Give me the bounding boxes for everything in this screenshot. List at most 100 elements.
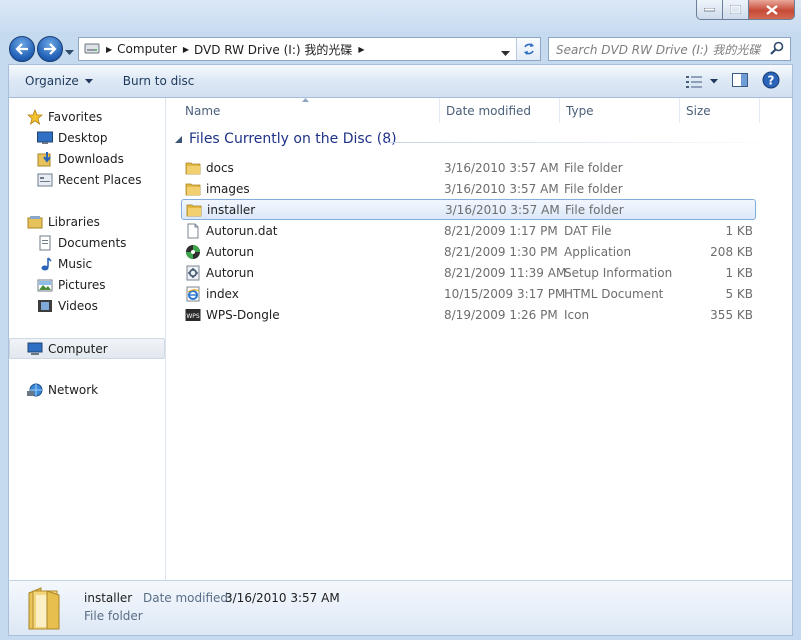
nav-documents[interactable]: Documents xyxy=(37,232,126,253)
change-view-button[interactable] xyxy=(686,75,718,88)
network-icon xyxy=(27,382,43,398)
computer-icon xyxy=(27,341,43,357)
folder-icon xyxy=(186,202,202,218)
recent-pages-dropdown[interactable] xyxy=(65,45,74,59)
nav-music[interactable]: Music xyxy=(37,253,92,274)
file-date-modified: 8/21/2009 11:39 AM xyxy=(444,265,567,280)
file-row[interactable]: WPS WPS-Dongle 8/19/2009 1:26 PM Icon 355 KB xyxy=(181,304,756,325)
preview-pane-button[interactable] xyxy=(732,73,748,90)
burn-to-disc-label: Burn to disc xyxy=(122,74,195,88)
column-header-name[interactable]: Name xyxy=(179,98,440,123)
file-row[interactable]: index 10/15/2009 3:17 PM HTML Document 5 KB xyxy=(181,283,756,304)
nav-music-label: Music xyxy=(58,256,93,271)
folder-icon xyxy=(185,160,201,176)
nav-pictures[interactable]: Pictures xyxy=(37,274,106,295)
details-item-type: File folder xyxy=(84,609,143,623)
wps-icon: WPS xyxy=(185,307,201,323)
file-name-cell: Autorun.dat xyxy=(185,223,278,239)
videos-icon xyxy=(37,298,53,314)
nav-downloads[interactable]: Downloads xyxy=(37,148,124,169)
chevron-down-icon xyxy=(84,78,93,83)
details-pane: installer Date modified: 3/16/2010 3:57 … xyxy=(8,580,793,636)
file-name: Autorun.dat xyxy=(206,223,278,238)
close-button[interactable] xyxy=(749,0,795,20)
maximize-icon xyxy=(730,5,741,14)
breadcrumb-separator-icon[interactable]: ▶ xyxy=(358,45,364,54)
column-header-type[interactable]: Type xyxy=(560,98,680,123)
chevron-down-icon xyxy=(710,79,718,84)
organize-label: Organize xyxy=(25,74,79,88)
nav-desktop[interactable]: Desktop xyxy=(37,127,108,148)
music-note-icon xyxy=(37,256,53,272)
file-row[interactable]: docs 3/16/2010 3:57 AM File folder xyxy=(181,157,756,178)
search-icon[interactable] xyxy=(770,41,784,58)
file-name-cell: docs xyxy=(185,160,234,176)
nav-favorites[interactable]: Favorites xyxy=(27,106,102,127)
file-name: index xyxy=(206,286,239,301)
file-type: HTML Document xyxy=(564,286,664,301)
details-date-value: 3/16/2010 3:57 AM xyxy=(225,591,340,605)
address-dropdown[interactable] xyxy=(501,46,510,60)
search-input[interactable]: Search DVD RW Drive (I:) 我的光碟 xyxy=(556,41,770,58)
refresh-button[interactable] xyxy=(516,38,540,60)
minimize-button[interactable] xyxy=(696,0,723,20)
file-size: 208 KB xyxy=(710,244,753,259)
file-name: installer xyxy=(207,202,256,217)
file-row[interactable]: images 3/16/2010 3:57 AM File folder xyxy=(181,178,756,199)
collapse-group-icon xyxy=(175,135,182,143)
breadcrumb-computer[interactable]: Computer xyxy=(117,42,177,56)
maximize-button[interactable] xyxy=(723,0,749,20)
recent-places-icon xyxy=(37,172,53,188)
nav-recent-places[interactable]: Recent Places xyxy=(37,169,141,190)
arrow-left-icon xyxy=(15,43,28,55)
help-icon: ? xyxy=(762,71,780,89)
file-row[interactable]: Autorun 8/21/2009 11:39 AM Setup Informati… xyxy=(181,262,756,283)
nav-downloads-label: Downloads xyxy=(58,151,124,166)
documents-icon xyxy=(37,235,53,251)
file-type: Icon xyxy=(564,307,590,322)
file-name-cell: Autorun xyxy=(185,244,254,260)
group-divider xyxy=(387,142,782,143)
breadcrumb-separator-icon[interactable]: ▶ xyxy=(183,45,189,54)
nav-documents-label: Documents xyxy=(58,235,127,250)
nav-videos[interactable]: Videos xyxy=(37,295,98,316)
file-date-modified: 3/16/2010 3:57 AM xyxy=(444,160,559,175)
libraries-icon xyxy=(27,214,43,230)
view-controls: ? xyxy=(686,71,780,92)
title-bar xyxy=(0,0,801,32)
forward-button[interactable] xyxy=(37,36,63,62)
file-date-modified: 8/21/2009 1:30 PM xyxy=(444,244,558,259)
back-button[interactable] xyxy=(9,36,35,62)
nav-network[interactable]: Network xyxy=(27,379,98,400)
file-row[interactable]: Autorun.dat 8/21/2009 1:17 PM DAT File 1 KB xyxy=(181,220,756,241)
group-header[interactable]: Files Currently on the Disc (8) xyxy=(175,131,397,147)
file-row[interactable]: Autorun 8/21/2009 1:30 PM Application 208 K… xyxy=(181,241,756,262)
file-row[interactable]: installer 3/16/2010 3:57 AM File folder xyxy=(181,199,756,220)
explorer-content: Favorites Desktop Downloads Recent Place… xyxy=(8,98,793,580)
column-header-size[interactable]: Size xyxy=(680,98,760,123)
file-name-cell: installer xyxy=(186,202,255,218)
file-date-modified: 8/21/2009 1:17 PM xyxy=(444,223,558,238)
column-header-date-modified[interactable]: Date modified xyxy=(440,98,560,123)
file-type: Setup Information xyxy=(564,265,673,280)
burn-to-disc-button[interactable]: Burn to disc xyxy=(123,74,195,88)
command-bar: Organize Burn to disc ? xyxy=(8,64,793,98)
nav-libraries[interactable]: Libraries xyxy=(27,211,100,232)
file-name: Autorun xyxy=(206,244,255,259)
file-type: Application xyxy=(564,244,632,259)
breadcrumb-separator-icon[interactable]: ▶ xyxy=(106,45,112,54)
nav-recent-places-label: Recent Places xyxy=(58,172,142,187)
organize-button[interactable]: Organize xyxy=(25,74,93,88)
file-name-cell: Autorun xyxy=(185,265,254,281)
nav-computer[interactable]: Computer xyxy=(9,338,165,359)
file-name: WPS-Dongle xyxy=(206,307,280,322)
help-button[interactable]: ? xyxy=(762,71,780,92)
close-icon xyxy=(765,4,778,15)
details-date-label: Date modified: xyxy=(143,591,233,605)
address-bar[interactable]: ▶ Computer ▶ DVD RW Drive (I:) 我的光碟 ▶ xyxy=(78,37,541,61)
file-name-cell: index xyxy=(185,286,239,302)
file-type: File folder xyxy=(565,202,624,217)
nav-favorites-label: Favorites xyxy=(48,109,103,124)
breadcrumb-dvd-drive[interactable]: DVD RW Drive (I:) 我的光碟 xyxy=(194,41,352,58)
search-box[interactable]: Search DVD RW Drive (I:) 我的光碟 xyxy=(548,37,791,61)
